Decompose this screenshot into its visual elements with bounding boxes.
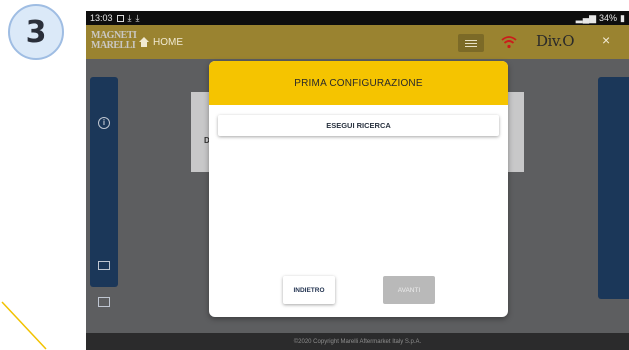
run-search-button[interactable]: ESEGUI RICERCA (218, 115, 499, 136)
home-label: HOME (153, 36, 183, 48)
right-side-panel (598, 77, 629, 299)
next-button[interactable]: AVANTI (383, 276, 435, 304)
tutorial-page: 3 13:03 ⤓ ⤓ ▂▄▆ 34% ▮ MAGNETI MARELLI HO… (0, 0, 629, 350)
copyright-text: ©2020 Copyright Marelli Aftermarket Ital… (293, 338, 422, 345)
logo-line-2: MARELLI (91, 40, 136, 51)
back-button[interactable]: INDIETRO (283, 276, 335, 304)
notification-icon (116, 14, 124, 22)
dialog-title: PRIMA CONFIGURAZIONE (294, 77, 423, 89)
app-bar: MAGNETI MARELLI HOME Div.O × (86, 25, 629, 59)
footer: ©2020 Copyright Marelli Aftermarket Ital… (86, 333, 629, 350)
home-link[interactable]: HOME (139, 25, 183, 59)
info-icon[interactable]: i (98, 117, 110, 129)
battery-icon: ▮ (620, 12, 625, 23)
battery-level: 34% (599, 13, 618, 23)
divo-brand: Div.O (536, 32, 575, 50)
download-icon: ⤓ (127, 12, 132, 23)
magneti-marelli-logo: MAGNETI MARELLI (91, 31, 137, 53)
dialog-header: PRIMA CONFIGURAZIONE (209, 61, 508, 105)
folder-icon[interactable] (98, 261, 110, 270)
configuration-dialog: PRIMA CONFIGURAZIONE ESEGUI RICERCA INDI… (209, 61, 508, 317)
close-icon[interactable]: × (602, 32, 610, 48)
settings-sliders-button[interactable] (458, 34, 484, 52)
home-icon (139, 37, 149, 47)
image-icon[interactable] (98, 297, 110, 307)
status-time: 13:03 (90, 13, 113, 23)
status-bar: 13:03 ⤓ ⤓ ▂▄▆ 34% ▮ (86, 11, 629, 25)
wifi-icon[interactable] (500, 33, 518, 51)
download-icon-2: ⤓ (135, 12, 140, 23)
tablet-screen: 13:03 ⤓ ⤓ ▂▄▆ 34% ▮ MAGNETI MARELLI HOME (86, 11, 629, 350)
step-number-badge: 3 (8, 4, 64, 60)
step-number: 3 (25, 14, 47, 50)
signal-icon: ▂▄▆ (575, 12, 597, 23)
left-side-panel: i (90, 77, 118, 307)
